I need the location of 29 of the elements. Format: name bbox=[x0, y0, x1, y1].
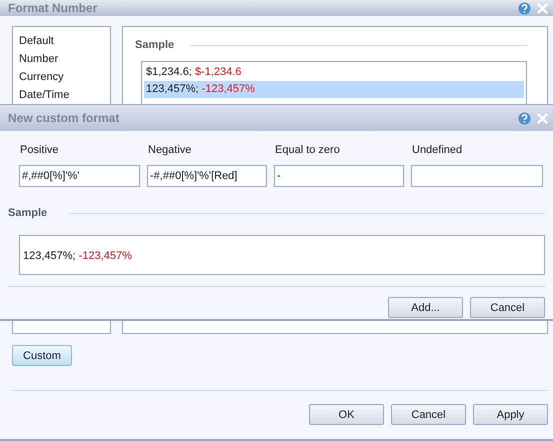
custom-button[interactable]: Custom bbox=[12, 345, 72, 366]
input-field[interactable]: #,##0[%]'%' bbox=[19, 165, 140, 187]
help-icon[interactable] bbox=[518, 2, 531, 14]
format-item[interactable]: $1,234.6; $-1,234.6 bbox=[144, 64, 524, 81]
window-title: Format Number bbox=[8, 1, 98, 15]
dialog-button[interactable]: Cancel bbox=[470, 297, 545, 318]
help-icon[interactable] bbox=[518, 112, 531, 124]
input-field[interactable]: - bbox=[274, 165, 404, 187]
category-item[interactable]: Date/Time bbox=[19, 86, 110, 104]
field-label: Equal to zero bbox=[274, 144, 341, 156]
section-heading: Sample bbox=[135, 39, 174, 51]
dialog-button[interactable]: Apply bbox=[473, 404, 548, 425]
field-label: Positive bbox=[19, 144, 60, 156]
section-heading: Sample bbox=[8, 207, 48, 219]
category-item[interactable]: Currency bbox=[19, 68, 110, 86]
dialog-button[interactable]: Add... bbox=[388, 297, 463, 318]
category-item[interactable]: Default bbox=[19, 32, 110, 50]
sample-preview: 123,457%; -123,457% bbox=[19, 235, 545, 275]
dialog-title: New custom format bbox=[8, 111, 120, 125]
field-label: Undefined bbox=[411, 144, 464, 156]
close-icon[interactable] bbox=[536, 112, 549, 124]
dialog-button[interactable]: OK bbox=[309, 404, 384, 425]
dialog-button[interactable]: Cancel bbox=[391, 404, 466, 425]
input-field[interactable] bbox=[411, 165, 543, 187]
category-item[interactable]: Number bbox=[19, 50, 110, 68]
format-item[interactable]: 123,457%; -123,457% bbox=[144, 81, 524, 98]
input-field[interactable]: -#,##0[%]'%'[Red] bbox=[147, 165, 267, 187]
field-label: Negative bbox=[147, 144, 192, 156]
close-icon[interactable] bbox=[536, 2, 549, 14]
